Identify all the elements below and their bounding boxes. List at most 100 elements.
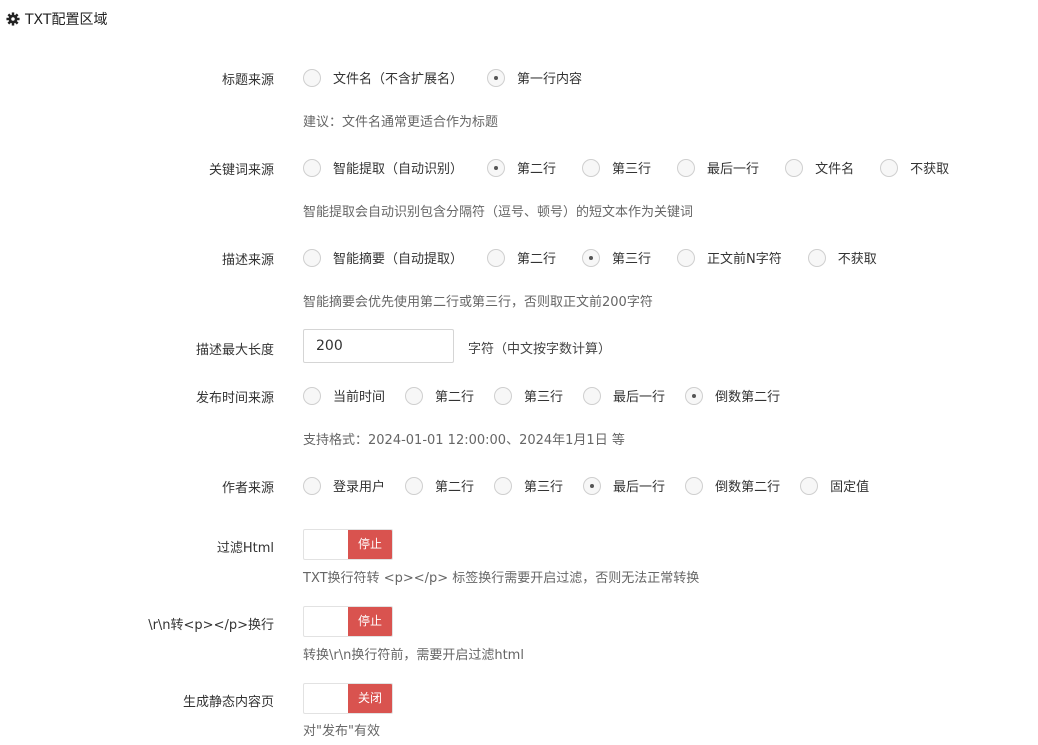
author-source-options: 登录用户 第二行 第三行 最后一行 倒数第二行 固定值 <box>303 476 869 495</box>
author-option-second-line[interactable]: 第二行 <box>405 476 474 495</box>
radio-label: 第三行 <box>612 162 652 177</box>
keyword-source-option-none[interactable]: 不获取 <box>880 158 949 177</box>
radio-circle[interactable] <box>405 476 424 495</box>
rn-to-p-label: \r\n转<p></p>换行 <box>148 618 274 633</box>
keyword-source-option-second-line[interactable]: 第二行 <box>487 158 556 177</box>
title-source-option-filename[interactable]: 文件名（不含扩展名） <box>303 68 463 87</box>
switch-state-label: 停止 <box>348 607 392 636</box>
keyword-source-options: 智能提取（自动识别） 第二行 第三行 最后一行 文件名 不获取 <box>303 158 949 177</box>
filter-html-help: TXT换行符转 <p></p> 标签换行需要开启过滤，否则无法正常转换 <box>303 571 700 586</box>
keyword-source-label: 关键词来源 <box>208 163 274 178</box>
radio-label: 第三行 <box>612 252 652 267</box>
radio-label: 倒数第二行 <box>715 390 781 405</box>
keyword-source-option-third-line[interactable]: 第三行 <box>582 158 651 177</box>
radio-label: 最后一行 <box>707 162 760 177</box>
keyword-source-option-smart[interactable]: 智能提取（自动识别） <box>303 158 463 177</box>
radio-label: 最后一行 <box>613 480 666 495</box>
publish-time-option-third-line[interactable]: 第三行 <box>494 386 563 405</box>
author-option-fixed[interactable]: 固定值 <box>800 476 869 495</box>
radio-label: 第三行 <box>524 480 564 495</box>
radio-label: 第二行 <box>435 480 475 495</box>
desc-source-help: 智能摘要会优先使用第二行或第三行，否则取正文前200字符 <box>303 295 653 310</box>
radio-circle[interactable] <box>880 158 899 177</box>
title-source-label: 标题来源 <box>221 73 274 88</box>
radio-circle[interactable] <box>685 386 704 405</box>
radio-circle[interactable] <box>583 386 602 405</box>
desc-source-options: 智能摘要（自动提取） 第二行 第三行 正文前N字符 不获取 <box>303 248 877 267</box>
radio-circle[interactable] <box>582 158 601 177</box>
author-option-last-line[interactable]: 最后一行 <box>583 476 665 495</box>
rn-to-p-switch[interactable]: 停止 <box>303 606 393 637</box>
filter-html-switch[interactable]: 停止 <box>303 529 393 560</box>
gear-icon <box>6 12 20 26</box>
radio-circle[interactable] <box>487 68 506 87</box>
publish-time-option-second-line[interactable]: 第二行 <box>405 386 474 405</box>
radio-label: 倒数第二行 <box>715 480 781 495</box>
section-title-text: TXT配置区域 <box>25 12 108 28</box>
keyword-source-option-last-line[interactable]: 最后一行 <box>677 158 759 177</box>
static-page-label: 生成静态内容页 <box>182 695 274 710</box>
radio-circle[interactable] <box>303 386 321 405</box>
radio-circle[interactable] <box>677 158 696 177</box>
title-source-option-first-line[interactable]: 第一行内容 <box>487 68 582 87</box>
desc-source-option-second-line[interactable]: 第二行 <box>487 248 556 267</box>
radio-label: 第三行 <box>524 390 564 405</box>
radio-circle[interactable] <box>685 476 704 495</box>
radio-circle[interactable] <box>582 248 601 267</box>
radio-label: 当前时间 <box>333 390 386 405</box>
radio-circle[interactable] <box>807 248 826 267</box>
desc-source-option-smart[interactable]: 智能摘要（自动提取） <box>303 248 463 267</box>
static-page-help: 对"发布"有效 <box>303 724 380 739</box>
publish-time-option-second-last[interactable]: 倒数第二行 <box>685 386 780 405</box>
radio-circle[interactable] <box>303 248 321 267</box>
radio-circle[interactable] <box>583 476 602 495</box>
radio-label: 第二行 <box>517 162 557 177</box>
author-source-label: 作者来源 <box>221 481 274 496</box>
desc-source-option-none[interactable]: 不获取 <box>807 248 877 267</box>
keyword-source-option-filename[interactable]: 文件名 <box>785 158 854 177</box>
publish-time-source-label: 发布时间来源 <box>195 391 274 406</box>
publish-time-option-last-line[interactable]: 最后一行 <box>583 386 665 405</box>
rn-to-p-help: 转换\r\n换行符前，需要开启过滤html <box>303 648 524 663</box>
radio-circle[interactable] <box>487 158 506 177</box>
desc-max-length-unit: 字符（中文按字数计算） <box>468 342 612 357</box>
publish-time-source-help: 支持格式：2024-01-01 12:00:00、2024年1月1日 等 <box>303 433 625 448</box>
author-option-second-last[interactable]: 倒数第二行 <box>685 476 780 495</box>
switch-state-label: 关闭 <box>348 684 392 713</box>
author-option-third-line[interactable]: 第三行 <box>494 476 563 495</box>
author-option-login-user[interactable]: 登录用户 <box>303 476 385 495</box>
radio-circle[interactable] <box>494 476 513 495</box>
radio-circle[interactable] <box>303 158 321 177</box>
switch-state-label: 停止 <box>348 530 392 559</box>
radio-label: 文件名 <box>815 162 855 177</box>
radio-label: 第一行内容 <box>517 72 583 87</box>
publish-time-source-options: 当前时间 第二行 第三行 最后一行 倒数第二行 <box>303 386 780 405</box>
radio-circle[interactable] <box>303 476 321 495</box>
desc-source-label: 描述来源 <box>221 253 274 268</box>
keyword-source-help: 智能提取会自动识别包含分隔符（逗号、顿号）的短文本作为关键词 <box>303 205 694 220</box>
radio-label: 固定值 <box>830 480 870 495</box>
radio-circle[interactable] <box>405 386 424 405</box>
radio-label: 第二行 <box>517 252 557 267</box>
static-page-switch[interactable]: 关闭 <box>303 683 393 714</box>
desc-source-option-first-n-chars[interactable]: 正文前N字符 <box>677 248 782 267</box>
desc-source-option-third-line[interactable]: 第三行 <box>582 248 651 267</box>
radio-label: 智能提取（自动识别） <box>333 162 464 177</box>
radio-label: 正文前N字符 <box>707 252 782 267</box>
radio-circle[interactable] <box>494 386 513 405</box>
publish-time-option-current[interactable]: 当前时间 <box>303 386 385 405</box>
radio-circle[interactable] <box>303 68 321 87</box>
radio-label: 智能摘要（自动提取） <box>333 252 464 267</box>
radio-circle[interactable] <box>785 158 804 177</box>
radio-label: 最后一行 <box>613 390 666 405</box>
title-source-options: 文件名（不含扩展名） 第一行内容 <box>303 68 608 87</box>
radio-label: 第二行 <box>435 390 475 405</box>
radio-label: 文件名（不含扩展名） <box>333 72 464 87</box>
radio-label: 不获取 <box>910 162 950 177</box>
radio-circle[interactable] <box>677 248 696 267</box>
radio-circle[interactable] <box>487 248 506 267</box>
filter-html-label: 过滤Html <box>216 541 274 556</box>
desc-max-length-input[interactable] <box>303 329 454 363</box>
desc-max-length-label: 描述最大长度 <box>195 343 274 358</box>
radio-circle[interactable] <box>800 476 819 495</box>
